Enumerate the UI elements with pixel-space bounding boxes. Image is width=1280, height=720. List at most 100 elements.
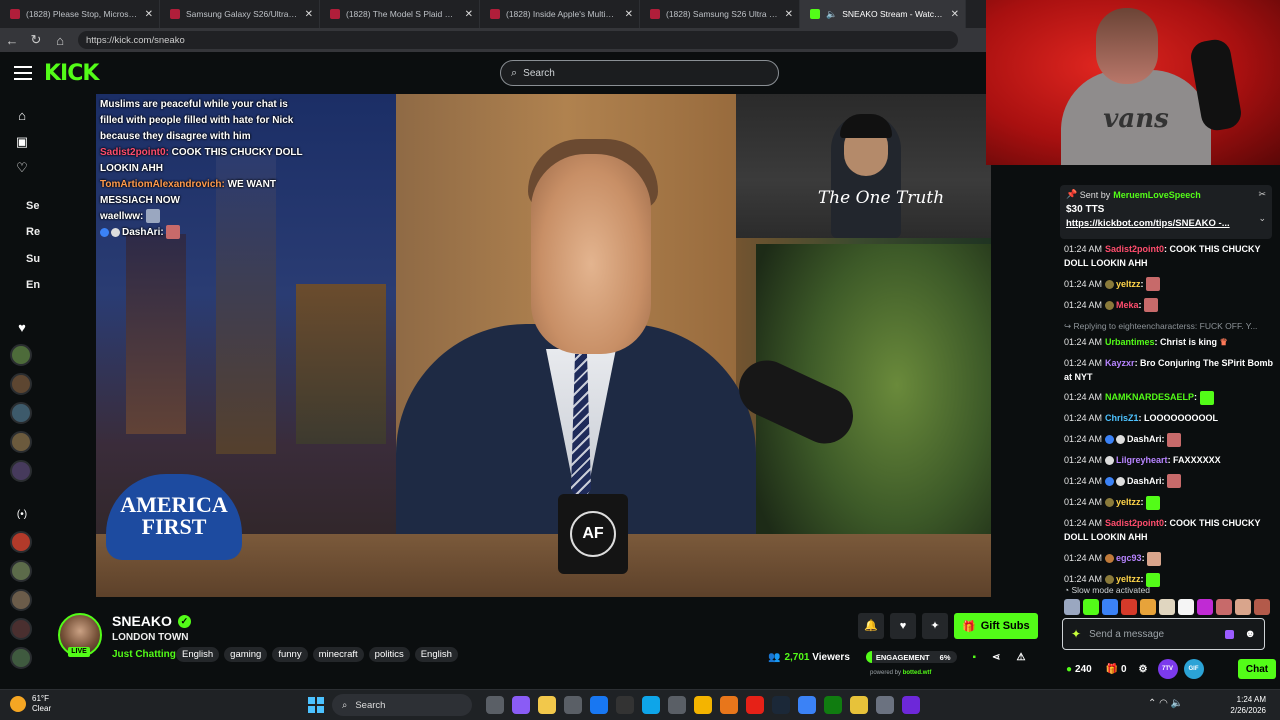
browser-tab-active[interactable]: 🔈SNEAKO Stream - Watch Live✕ <box>800 0 966 28</box>
stream-category[interactable]: Just Chatting <box>112 649 176 660</box>
chat-username[interactable]: yeltzz <box>1116 279 1141 289</box>
obs-icon[interactable] <box>876 696 894 714</box>
app-icon[interactable] <box>902 696 920 714</box>
sidebar-section-label[interactable]: Se <box>26 200 39 212</box>
emote-icon[interactable] <box>1254 599 1270 615</box>
chevron-down-icon[interactable]: ⌄ <box>1258 213 1266 224</box>
app-icon[interactable] <box>798 696 816 714</box>
facebook-icon[interactable] <box>590 696 608 714</box>
reload-icon[interactable]: ↻ <box>24 32 48 48</box>
weather-widget[interactable]: 61°F Clear <box>10 694 51 714</box>
recommended-channel-avatar[interactable] <box>10 589 32 611</box>
unpin-icon[interactable]: ✂ <box>1258 189 1266 200</box>
gift-subs-button[interactable]: 🎁 Gift Subs <box>954 613 1038 639</box>
close-tab-icon[interactable]: ✕ <box>465 9 473 20</box>
emote-icon[interactable] <box>1121 599 1137 615</box>
sidebar-section-label[interactable]: Su <box>26 253 40 265</box>
xbox-icon[interactable] <box>824 696 842 714</box>
emote-icon[interactable] <box>1216 599 1232 615</box>
followed-channel-avatar[interactable] <box>10 460 32 482</box>
report-icon[interactable]: ⚠ <box>1016 652 1025 663</box>
emote-icon[interactable] <box>1140 599 1156 615</box>
recommended-channel-avatar[interactable] <box>10 531 32 553</box>
recommended-channel-avatar[interactable] <box>10 618 32 640</box>
chat-username[interactable]: yeltzz <box>1116 497 1141 507</box>
task-view-icon[interactable] <box>486 696 504 714</box>
youtube-icon[interactable] <box>746 696 764 714</box>
chat-username[interactable]: Urbantimes <box>1105 337 1155 347</box>
gift-counter[interactable]: 🎁 0 <box>1106 664 1127 675</box>
follow-heart-button[interactable]: ♥ <box>890 613 916 639</box>
store-icon[interactable] <box>564 696 582 714</box>
chat-username[interactable]: Sadist2point0 <box>1105 244 1164 254</box>
taskbar-clock[interactable]: 1:24 AM 2/26/2026 <box>1222 694 1266 716</box>
share-icon[interactable]: ⋖ <box>992 652 1000 663</box>
browser-tab[interactable]: (1828) Samsung S26 Ultra Hands✕ <box>640 0 800 28</box>
streamer-name[interactable]: SNEAKO <box>112 613 172 629</box>
followed-channel-avatar[interactable] <box>10 431 32 453</box>
file-explorer-icon[interactable] <box>538 696 556 714</box>
back-icon[interactable]: ← <box>0 33 24 48</box>
address-bar[interactable]: https://kick.com/sneako <box>78 31 958 49</box>
chat-input[interactable]: ✦ Send a message ☻ <box>1062 618 1265 650</box>
close-tab-icon[interactable]: ✕ <box>305 9 313 20</box>
tag-chip[interactable]: funny <box>272 647 308 662</box>
copilot-icon[interactable] <box>512 696 530 714</box>
chat-username[interactable]: NAMKNARDESAELP <box>1105 392 1194 402</box>
amazon-icon[interactable] <box>616 696 634 714</box>
tag-chip[interactable]: minecraft <box>312 647 364 662</box>
chat-username[interactable]: Sadist2point0 <box>1105 518 1164 528</box>
recommended-channel-avatar[interactable] <box>10 647 32 669</box>
steam-icon[interactable] <box>772 696 790 714</box>
notification-bell-button[interactable]: 🔔 <box>858 613 884 639</box>
pinned-message[interactable]: 📌 Sent by MeruemLoveSpeech $30 TTS https:… <box>1060 185 1272 239</box>
emote-icon[interactable] <box>1178 599 1194 615</box>
sidebar-section-label[interactable]: En <box>26 279 40 291</box>
start-windows-icon[interactable] <box>308 697 324 713</box>
emote-icon[interactable] <box>1159 599 1175 615</box>
home-icon[interactable]: ⌂ <box>48 33 72 48</box>
chat-send-button[interactable]: Chat <box>1238 659 1276 679</box>
pinned-link[interactable]: https://kickbot.com/tips/SNEAKO -... <box>1066 218 1266 229</box>
emote-icon[interactable] <box>1064 599 1080 615</box>
followed-channel-avatar[interactable] <box>10 402 32 424</box>
system-tray[interactable]: ⌃ ◠ 🔈 <box>1148 698 1183 709</box>
emote-icon[interactable] <box>1102 599 1118 615</box>
emote-icon[interactable] <box>1083 599 1099 615</box>
followed-channel-avatar[interactable] <box>10 373 32 395</box>
kicks-icon[interactable] <box>1225 629 1235 639</box>
chat-username[interactable]: DashAri <box>1127 434 1162 444</box>
close-tab-icon[interactable]: ✕ <box>145 9 153 20</box>
pinned-sender[interactable]: MeruemLoveSpeech <box>1113 190 1201 200</box>
following-heart-icon[interactable]: ♡ <box>14 160 30 176</box>
chat-username[interactable]: ChrisZ1 <box>1105 413 1139 423</box>
tag-chip[interactable]: English <box>176 647 220 662</box>
browser-tab[interactable]: Samsung Galaxy S26/Ultra Impres✕ <box>160 0 320 28</box>
settings-gear-icon[interactable]: ⚙ <box>1139 664 1148 675</box>
emote-icon[interactable] <box>1235 599 1251 615</box>
sidebar-section-label[interactable]: Re <box>26 226 40 238</box>
sparkle-icon[interactable]: ✦ <box>1071 627 1081 641</box>
speaker-icon[interactable]: 🔈 <box>826 9 837 20</box>
gif-badge[interactable]: GIF <box>1183 659 1204 679</box>
tag-chip[interactable]: gaming <box>224 647 268 662</box>
sparkle-button[interactable]: ✦ <box>922 613 948 639</box>
chat-username[interactable]: Kayzxr <box>1105 358 1135 368</box>
taskbar-search[interactable]: ⌕ Search <box>332 694 472 716</box>
search-input[interactable]: ⌕ Search <box>500 60 779 86</box>
chat-username[interactable]: DashAri <box>1127 476 1162 486</box>
tag-chip[interactable]: English <box>414 647 458 662</box>
channel-points[interactable]: ● 240 <box>1066 664 1092 675</box>
kick-logo[interactable]: KICK <box>44 61 99 86</box>
menu-icon[interactable] <box>14 66 32 80</box>
chat-username[interactable]: egc93 <box>1116 553 1142 563</box>
notes-icon[interactable] <box>850 696 868 714</box>
vlc-icon[interactable] <box>720 696 738 714</box>
tag-chip[interactable]: politics <box>368 647 410 662</box>
chat-username[interactable]: yeltzz <box>1116 574 1141 584</box>
browser-tab[interactable]: (1828) The Model S Plaid Walked✕ <box>320 0 480 28</box>
recommended-channel-avatar[interactable] <box>10 560 32 582</box>
chat-username[interactable]: Meka <box>1116 300 1139 310</box>
emote-icon[interactable] <box>1197 599 1213 615</box>
browser-tab[interactable]: (1828) Inside Apple's Multibillion ✕ <box>480 0 640 28</box>
